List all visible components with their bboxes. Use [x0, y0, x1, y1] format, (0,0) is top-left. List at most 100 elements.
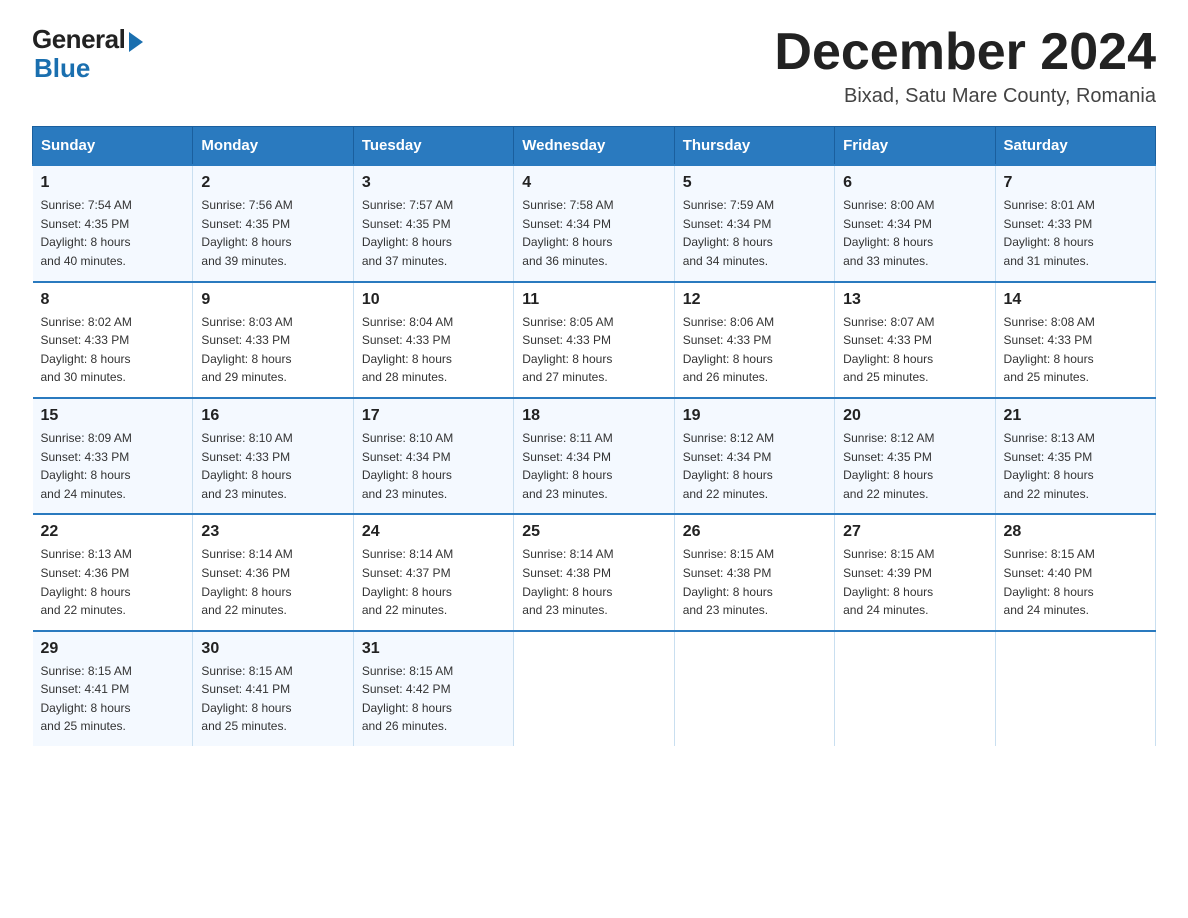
day-number: 21: [1004, 407, 1147, 425]
calendar-cell: 31Sunrise: 8:15 AMSunset: 4:42 PMDayligh…: [353, 631, 513, 746]
day-number: 16: [201, 407, 344, 425]
logo-general-text: General: [32, 24, 125, 55]
day-info: Sunrise: 8:08 AMSunset: 4:33 PMDaylight:…: [1004, 313, 1147, 387]
day-number: 11: [522, 291, 665, 309]
week-row-2: 8 Sunrise: 8:02 AMSunset: 4:33 PMDaylight…: [33, 282, 1156, 398]
day-info: Sunrise: 8:06 AMSunset: 4:33 PMDaylight:…: [683, 313, 826, 387]
month-title: December 2024: [774, 24, 1156, 81]
calendar-cell: 29 Sunrise: 8:15 AMSunset: 4:41 PMDayligh…: [33, 631, 193, 746]
logo: General Blue: [32, 24, 143, 84]
weekday-header-friday: Friday: [835, 127, 995, 166]
calendar-cell: 5 Sunrise: 7:59 AMSunset: 4:34 PMDaylight…: [674, 165, 834, 281]
calendar-cell: 30Sunrise: 8:15 AMSunset: 4:41 PMDayligh…: [193, 631, 353, 746]
calendar-cell: 23 Sunrise: 8:14 AMSunset: 4:36 PMDayligh…: [193, 514, 353, 630]
calendar-cell: 8 Sunrise: 8:02 AMSunset: 4:33 PMDaylight…: [33, 282, 193, 398]
weekday-header-thursday: Thursday: [674, 127, 834, 166]
calendar-cell: 12Sunrise: 8:06 AMSunset: 4:33 PMDayligh…: [674, 282, 834, 398]
day-info: Sunrise: 7:54 AMSunset: 4:35 PMDaylight:…: [41, 196, 185, 270]
day-info: Sunrise: 8:15 AMSunset: 4:38 PMDaylight:…: [683, 545, 826, 619]
day-info: Sunrise: 8:15 AMSunset: 4:41 PMDaylight:…: [201, 662, 344, 736]
calendar-cell: 16 Sunrise: 8:10 AMSunset: 4:33 PMDayligh…: [193, 398, 353, 514]
weekday-header-sunday: Sunday: [33, 127, 193, 166]
day-info: Sunrise: 7:58 AMSunset: 4:34 PMDaylight:…: [522, 196, 665, 270]
calendar-table: SundayMondayTuesdayWednesdayThursdayFrid…: [32, 126, 1156, 746]
calendar-cell: 13 Sunrise: 8:07 AMSunset: 4:33 PMDayligh…: [835, 282, 995, 398]
day-number: 18: [522, 407, 665, 425]
calendar-cell: 14 Sunrise: 8:08 AMSunset: 4:33 PMDayligh…: [995, 282, 1155, 398]
day-info: Sunrise: 8:15 AMSunset: 4:41 PMDaylight:…: [41, 662, 185, 736]
location-subtitle: Bixad, Satu Mare County, Romania: [774, 85, 1156, 108]
calendar-cell: 6 Sunrise: 8:00 AMSunset: 4:34 PMDaylight…: [835, 165, 995, 281]
calendar-cell: [514, 631, 674, 746]
calendar-cell: 19Sunrise: 8:12 AMSunset: 4:34 PMDayligh…: [674, 398, 834, 514]
day-number: 14: [1004, 291, 1147, 309]
day-number: 22: [41, 523, 185, 541]
day-info: Sunrise: 8:09 AMSunset: 4:33 PMDaylight:…: [41, 429, 185, 503]
calendar-cell: 2 Sunrise: 7:56 AMSunset: 4:35 PMDaylight…: [193, 165, 353, 281]
day-number: 8: [41, 291, 185, 309]
day-info: Sunrise: 8:02 AMSunset: 4:33 PMDaylight:…: [41, 313, 185, 387]
day-number: 6: [843, 174, 986, 192]
day-info: Sunrise: 8:04 AMSunset: 4:33 PMDaylight:…: [362, 313, 505, 387]
day-number: 23: [201, 523, 344, 541]
day-number: 10: [362, 291, 505, 309]
calendar-cell: 18 Sunrise: 8:11 AMSunset: 4:34 PMDayligh…: [514, 398, 674, 514]
day-info: Sunrise: 8:01 AMSunset: 4:33 PMDaylight:…: [1004, 196, 1147, 270]
week-row-4: 22Sunrise: 8:13 AMSunset: 4:36 PMDayligh…: [33, 514, 1156, 630]
day-number: 1: [41, 174, 185, 192]
calendar-cell: 17 Sunrise: 8:10 AMSunset: 4:34 PMDayligh…: [353, 398, 513, 514]
week-row-3: 15 Sunrise: 8:09 AMSunset: 4:33 PMDayligh…: [33, 398, 1156, 514]
calendar-cell: 3 Sunrise: 7:57 AMSunset: 4:35 PMDaylight…: [353, 165, 513, 281]
day-number: 9: [201, 291, 344, 309]
day-number: 17: [362, 407, 505, 425]
day-number: 29: [41, 640, 185, 658]
title-block: December 2024 Bixad, Satu Mare County, R…: [774, 24, 1156, 108]
day-info: Sunrise: 8:14 AMSunset: 4:36 PMDaylight:…: [201, 545, 344, 619]
day-info: Sunrise: 8:14 AMSunset: 4:37 PMDaylight:…: [362, 545, 505, 619]
logo-blue-text: Blue: [34, 53, 90, 84]
day-info: Sunrise: 8:03 AMSunset: 4:33 PMDaylight:…: [201, 313, 344, 387]
calendar-cell: 22Sunrise: 8:13 AMSunset: 4:36 PMDayligh…: [33, 514, 193, 630]
day-info: Sunrise: 8:10 AMSunset: 4:34 PMDaylight:…: [362, 429, 505, 503]
day-info: Sunrise: 8:11 AMSunset: 4:34 PMDaylight:…: [522, 429, 665, 503]
weekday-header-monday: Monday: [193, 127, 353, 166]
day-info: Sunrise: 8:14 AMSunset: 4:38 PMDaylight:…: [522, 545, 665, 619]
day-number: 15: [41, 407, 185, 425]
day-number: 3: [362, 174, 505, 192]
day-info: Sunrise: 8:15 AMSunset: 4:39 PMDaylight:…: [843, 545, 986, 619]
day-number: 20: [843, 407, 986, 425]
day-info: Sunrise: 8:07 AMSunset: 4:33 PMDaylight:…: [843, 313, 986, 387]
calendar-cell: 9 Sunrise: 8:03 AMSunset: 4:33 PMDaylight…: [193, 282, 353, 398]
day-number: 5: [683, 174, 826, 192]
day-info: Sunrise: 7:59 AMSunset: 4:34 PMDaylight:…: [683, 196, 826, 270]
calendar-cell: 26Sunrise: 8:15 AMSunset: 4:38 PMDayligh…: [674, 514, 834, 630]
calendar-cell: 28Sunrise: 8:15 AMSunset: 4:40 PMDayligh…: [995, 514, 1155, 630]
calendar-cell: 21 Sunrise: 8:13 AMSunset: 4:35 PMDayligh…: [995, 398, 1155, 514]
page-header: General Blue December 2024 Bixad, Satu M…: [32, 24, 1156, 108]
week-row-1: 1 Sunrise: 7:54 AMSunset: 4:35 PMDaylight…: [33, 165, 1156, 281]
day-number: 13: [843, 291, 986, 309]
day-number: 4: [522, 174, 665, 192]
weekday-header-row: SundayMondayTuesdayWednesdayThursdayFrid…: [33, 127, 1156, 166]
logo-arrow-icon: [129, 32, 143, 52]
calendar-cell: [835, 631, 995, 746]
calendar-cell: [674, 631, 834, 746]
day-number: 27: [843, 523, 986, 541]
day-number: 28: [1004, 523, 1147, 541]
calendar-cell: 4 Sunrise: 7:58 AMSunset: 4:34 PMDaylight…: [514, 165, 674, 281]
calendar-cell: [995, 631, 1155, 746]
calendar-cell: 24 Sunrise: 8:14 AMSunset: 4:37 PMDayligh…: [353, 514, 513, 630]
calendar-cell: 7Sunrise: 8:01 AMSunset: 4:33 PMDaylight…: [995, 165, 1155, 281]
day-info: Sunrise: 7:57 AMSunset: 4:35 PMDaylight:…: [362, 196, 505, 270]
day-info: Sunrise: 8:12 AMSunset: 4:35 PMDaylight:…: [843, 429, 986, 503]
day-number: 25: [522, 523, 665, 541]
day-number: 24: [362, 523, 505, 541]
day-info: Sunrise: 8:00 AMSunset: 4:34 PMDaylight:…: [843, 196, 986, 270]
day-info: Sunrise: 7:56 AMSunset: 4:35 PMDaylight:…: [201, 196, 344, 270]
weekday-header-saturday: Saturday: [995, 127, 1155, 166]
day-info: Sunrise: 8:10 AMSunset: 4:33 PMDaylight:…: [201, 429, 344, 503]
calendar-cell: 1 Sunrise: 7:54 AMSunset: 4:35 PMDaylight…: [33, 165, 193, 281]
weekday-header-wednesday: Wednesday: [514, 127, 674, 166]
day-number: 2: [201, 174, 344, 192]
day-info: Sunrise: 8:13 AMSunset: 4:35 PMDaylight:…: [1004, 429, 1147, 503]
